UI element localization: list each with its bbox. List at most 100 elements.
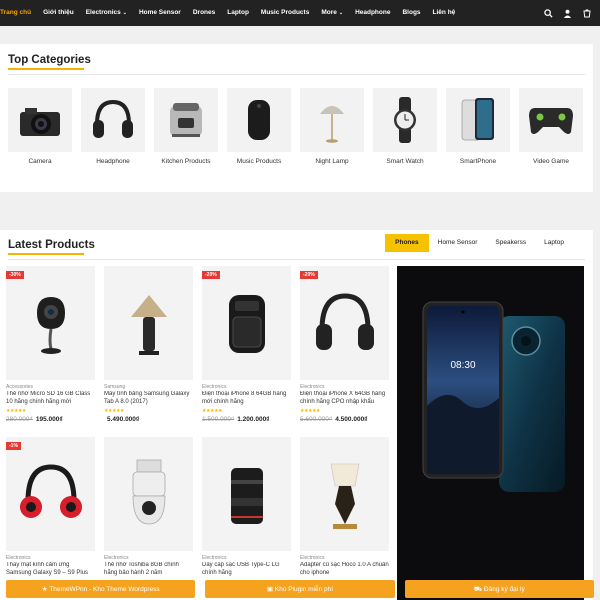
product-name[interactable]: Điện thoại iPhone X 64GB hàng chính hãng…: [300, 391, 389, 406]
rating-stars: ★★★★★: [300, 408, 320, 414]
category-label: Kitchen Products: [161, 158, 211, 165]
bottom-action-bar: ★ ThemeWPnn - Kho Theme Wordpress ▣ Kho …: [0, 578, 600, 600]
chevron-down-icon: ⌄: [122, 10, 127, 16]
current-price: 195.000₫: [35, 416, 63, 423]
tab-phones[interactable]: Phones: [385, 234, 429, 252]
nav-item-electronics[interactable]: Electronics ⌄: [80, 0, 133, 26]
category-smartphone[interactable]: SmartPhone: [446, 88, 510, 165]
product-category: Electronics: [300, 555, 325, 561]
nav-item-music-products[interactable]: Music Products: [255, 0, 315, 26]
button-label: ThemeWPnn - Kho Theme Wordpress: [49, 585, 160, 593]
product-card[interactable]: -30% Accessories Thẻ nhớ Micro SD 16 GB …: [6, 266, 95, 423]
discount-badge: -20%: [300, 271, 318, 279]
rating-stars: ★★★★★: [202, 408, 222, 414]
category-video-game[interactable]: Video Game: [519, 88, 583, 165]
product-card[interactable]: Electronics Dây cáp sạc USB Type-C LG ch…: [202, 437, 291, 577]
old-price: 5.600.000₫: [300, 416, 333, 423]
category-label: Camera: [28, 158, 52, 165]
category-kitchen[interactable]: Kitchen Products: [154, 88, 218, 165]
product-card[interactable]: -20% Electronics Điện thoại iPhone X 64G…: [300, 266, 389, 423]
promo-banner[interactable]: 08:30: [397, 266, 584, 600]
rating-stars: ★★★★★: [6, 408, 26, 414]
product-name[interactable]: Adapter củ sạc Hoco 1.0 A chuẩn cho ipho…: [300, 562, 389, 577]
nav-item-home[interactable]: Trang chủ: [0, 0, 37, 26]
beats-headphone-icon: [19, 464, 82, 518]
product-category: Accessories: [6, 384, 33, 390]
product-image: -20%: [300, 266, 389, 380]
category-music[interactable]: Music Products: [227, 88, 291, 165]
nav-item-label: Electronics: [85, 9, 121, 16]
current-price: 1.200.000₫: [237, 416, 270, 423]
register-agent-button[interactable]: ⛟ Đăng ký đại lý: [404, 580, 594, 598]
nav-item-label: More: [321, 9, 337, 16]
category-label: Music Products: [236, 158, 282, 165]
themes-button[interactable]: ★ ThemeWPnn - Kho Theme Wordpress: [6, 580, 196, 598]
camera-icon: [8, 88, 72, 152]
product-image: [104, 437, 193, 551]
product-name[interactable]: Thẻ nhớ Toshiba 8GB chính hãng bảo hành …: [104, 562, 193, 577]
table-lamp-icon: [130, 295, 167, 355]
rating-stars: ★★★★★: [104, 408, 124, 414]
watch-icon: [373, 88, 437, 152]
user-icon[interactable]: [563, 9, 572, 18]
category-headphone[interactable]: Headphone: [81, 88, 145, 165]
product-card[interactable]: Electronics Thẻ nhớ Toshiba 8GB chính hã…: [104, 437, 193, 577]
category-label: Night Lamp: [315, 158, 349, 165]
product-card[interactable]: -1% Electronics Thay mặt kính cảm ứng Sa…: [6, 437, 95, 577]
air-fryer-icon: [228, 295, 265, 353]
cart-icon[interactable]: [582, 8, 592, 18]
product-image: [202, 437, 291, 551]
product-price: 1.500.000₫ 1.200.000₫: [202, 416, 291, 423]
product-category: Electronics: [300, 384, 325, 390]
dome-camera-icon: [132, 459, 165, 525]
smartphone-banner: 08:30: [422, 301, 565, 492]
nav-item-blogs[interactable]: Blogs: [396, 0, 426, 26]
latest-products-section: Latest Products Phones Home Sensor Speak…: [0, 230, 593, 600]
button-label: Kho Plugin miễn phí: [274, 585, 334, 593]
product-name[interactable]: Máy tính bảng Samsung Galaxy Tab A 8.0 (…: [104, 391, 193, 406]
gamepad-icon: [519, 88, 583, 152]
product-card[interactable]: Samsung Máy tính bảng Samsung Galaxy Tab…: [104, 266, 193, 423]
category-label: Headphone: [96, 158, 130, 165]
category-label: Video Game: [532, 158, 569, 165]
top-nav: Trang chủ Giới thiệu Electronics ⌄ Home S…: [0, 0, 600, 26]
section-title: Top Categories: [8, 54, 91, 70]
product-name[interactable]: Điện thoại iPhone 8 64GB hàng mới chính …: [202, 391, 291, 406]
nav-item-contact[interactable]: Liên hệ: [427, 0, 462, 26]
category-night-lamp[interactable]: Night Lamp: [300, 88, 364, 165]
nav-item-laptop[interactable]: Laptop: [221, 0, 255, 26]
current-price: 4.500.000₫: [335, 416, 368, 423]
discount-badge: -30%: [6, 271, 24, 279]
tab-home-sensor[interactable]: Home Sensor: [429, 234, 487, 252]
product-card[interactable]: Electronics Adapter củ sạc Hoco 1.0 A ch…: [300, 437, 389, 577]
category-smart-watch[interactable]: Smart Watch: [373, 88, 437, 165]
headphone-icon: [315, 293, 374, 350]
nav-icons: [544, 0, 592, 26]
product-category: Electronics: [202, 384, 227, 390]
search-icon[interactable]: [544, 8, 553, 18]
divider: [8, 74, 585, 75]
category-camera[interactable]: Camera: [8, 88, 72, 165]
banner-time: 08:30: [450, 360, 475, 371]
discount-badge: -20%: [202, 271, 220, 279]
nav-item-about[interactable]: Giới thiệu: [37, 0, 80, 26]
section-title: Latest Products: [8, 239, 95, 255]
plugins-button[interactable]: ▣ Kho Plugin miễn phí: [205, 580, 395, 598]
cart-icon: ⛟: [473, 585, 484, 593]
product-card[interactable]: -20% Electronics Điện thoại iPhone 8 64G…: [202, 266, 291, 423]
lens-icon: [230, 468, 263, 524]
tab-laptop[interactable]: Laptop: [535, 234, 573, 252]
speaker-icon: [227, 88, 291, 152]
product-name[interactable]: Dây cáp sạc USB Type-C LG chính hãng: [202, 562, 291, 577]
divider: [8, 259, 585, 260]
nav-item-more[interactable]: More ⌄: [315, 0, 349, 26]
nav-item-headphone[interactable]: Headphone: [349, 0, 396, 26]
product-image: -1%: [6, 437, 95, 551]
product-name[interactable]: Thẻ nhớ Micro SD 16 GB Class 10 hãng chí…: [6, 391, 95, 406]
nav-item-drones[interactable]: Drones: [187, 0, 221, 26]
button-label: Đăng ký đại lý: [483, 585, 525, 593]
product-name[interactable]: Thay mặt kính cảm ứng Samsung Galaxy S9 …: [6, 562, 95, 577]
gift-icon: ▣: [266, 586, 275, 593]
nav-item-home-sensor[interactable]: Home Sensor: [133, 0, 187, 26]
tab-speakers[interactable]: Speakerss: [486, 234, 535, 252]
